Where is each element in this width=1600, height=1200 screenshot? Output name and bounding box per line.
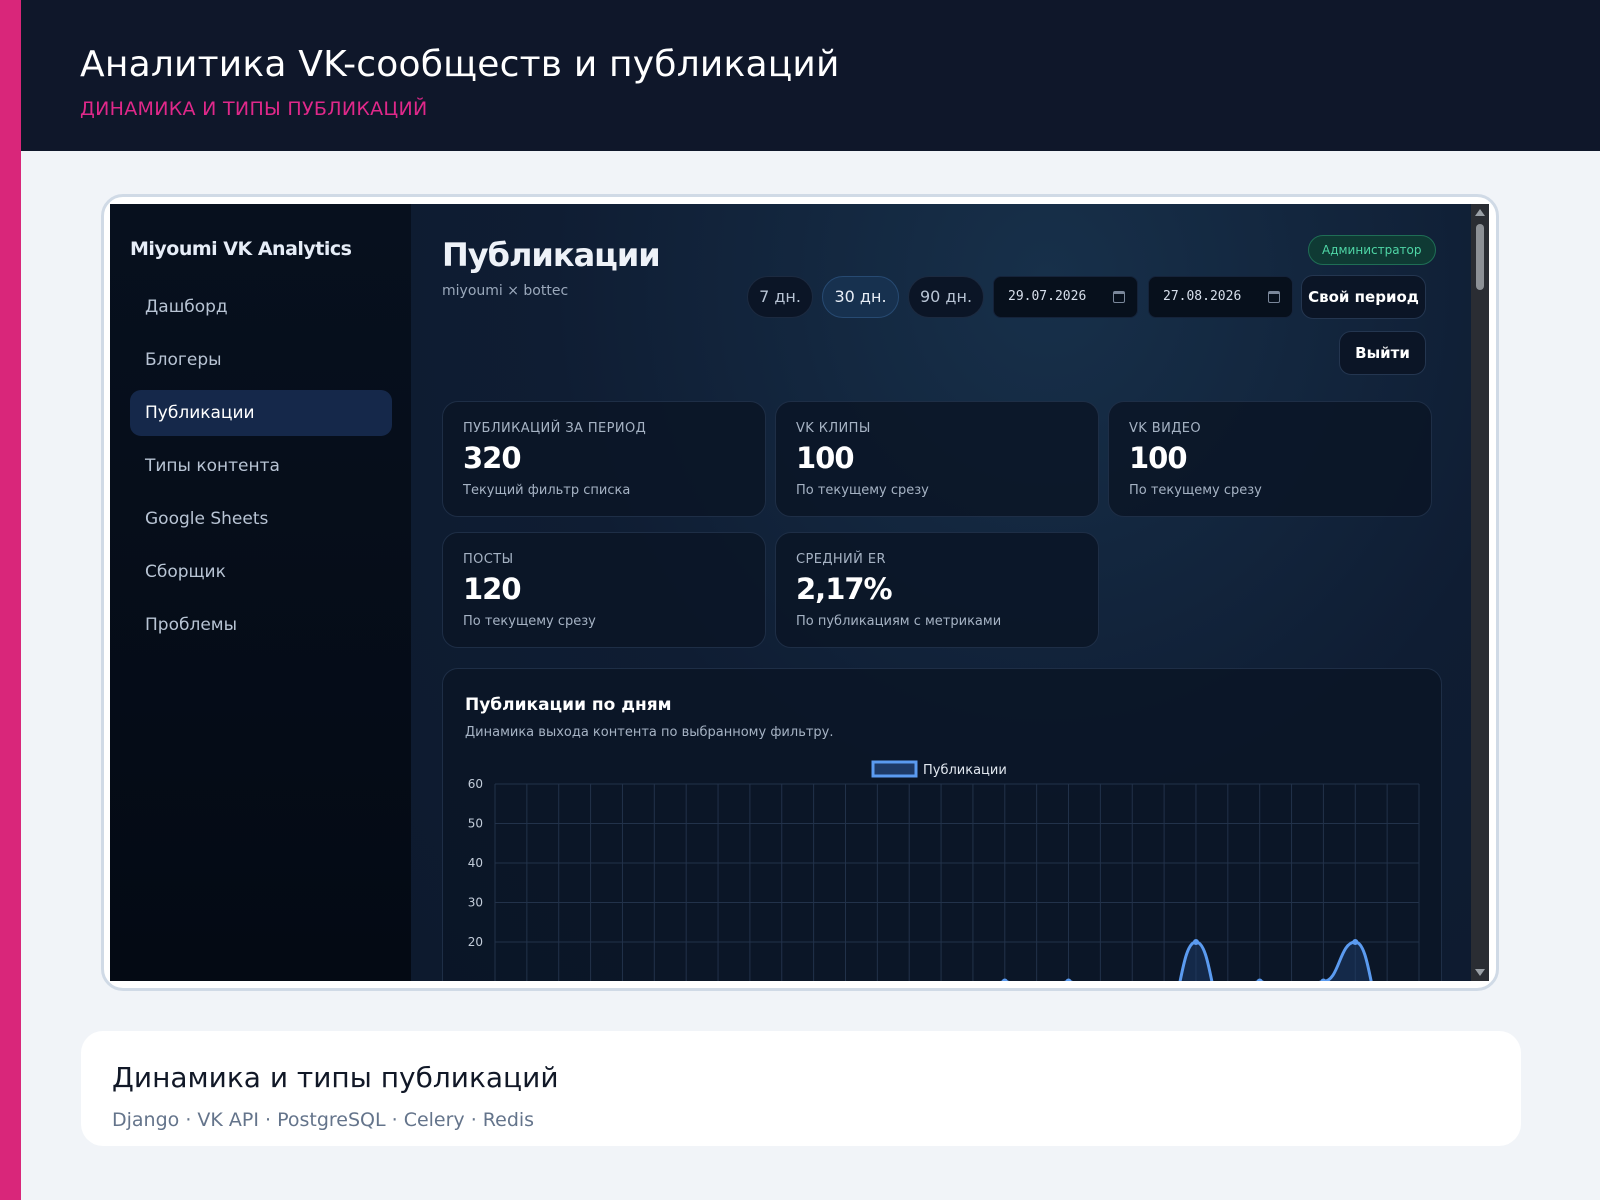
data-point [1352,939,1359,945]
data-point [1001,978,1008,981]
role-badge: Администратор [1308,235,1436,265]
stat-label: VK видео [1129,421,1201,436]
accent-bar [0,0,21,1200]
legend-label: Публикации [923,763,1007,778]
y-tick-label: 60 [468,777,483,791]
y-tick-label: 20 [468,935,483,949]
page-title: Аналитика VK-сообществ и публикаций [80,44,840,85]
stat-note: По публикациям с метриками [796,614,1002,629]
stat-label: Посты [463,552,514,567]
stat-note: Текущий фильтр списка [463,483,631,498]
data-point [1256,978,1263,981]
sidebar-item-problems[interactable]: Проблемы [130,602,392,648]
area-fill [1180,942,1372,981]
custom-period-button[interactable]: Свой период [1301,275,1426,319]
period-90d-button[interactable]: 90 дн. [908,276,984,318]
stat-value: 320 [463,441,522,475]
sidebar: Miyoumi VK Analytics Дашборд Блогеры Пуб… [110,204,411,981]
stat-card-vk-clips: VK клипы 100 По текущему срезу [775,401,1099,517]
section-title: Публикации [442,236,661,274]
sidebar-item-collector[interactable]: Сборщик [130,549,392,595]
caption-title: Динамика и типы публикаций [112,1061,559,1094]
data-point [1065,978,1072,981]
chart-card: Публикации по дням Динамика выхода конте… [442,668,1442,981]
data-point [1320,978,1327,981]
date-to-input[interactable]: 27.08.2026 [1148,276,1293,318]
app-screenshot: Miyoumi VK Analytics Дашборд Блогеры Пуб… [110,204,1489,981]
sidebar-item-bloggers[interactable]: Блогеры [130,337,392,383]
series-line [1001,940,1373,981]
sidebar-item-publications[interactable]: Публикации [130,390,392,436]
caption-card: Динамика и типы публикаций Django · VK A… [81,1031,1521,1146]
stat-card-posts: Посты 120 По текущему срезу [442,532,766,648]
stat-value: 2,17% [796,572,893,606]
main-content: Публикации miyoumi × bottec Администрато… [411,204,1471,981]
publications-chart: 60 50 40 30 20 Публикации [468,760,1420,981]
calendar-icon[interactable] [1113,291,1125,303]
date-from-input[interactable]: 29.07.2026 [993,276,1138,318]
y-tick-label: 40 [468,856,483,870]
period-30d-button[interactable]: 30 дн. [822,276,899,318]
stat-note: По текущему срезу [463,614,596,629]
section-subtitle: miyoumi × bottec [442,283,569,299]
stat-label: Средний ER [796,552,886,567]
date-to-value: 27.08.2026 [1163,289,1242,304]
scrollbar-thumb[interactable] [1476,224,1484,290]
period-7d-button[interactable]: 7 дн. [747,276,813,318]
page-subtitle: ДИНАМИКА И ТИПЫ ПУБЛИКАЦИЙ [80,98,428,120]
stat-label: Публикаций за период [463,421,647,436]
scroll-up-icon[interactable] [1475,209,1485,216]
stat-label: VK клипы [796,421,871,436]
caption-tags: Django · VK API · PostgreSQL · Celery · … [112,1109,535,1131]
stat-card-vk-video: VK видео 100 По текущему срезу [1108,401,1432,517]
scrollbar[interactable] [1471,204,1489,981]
y-tick-label: 50 [468,817,483,831]
stat-note: По текущему срезу [796,483,929,498]
sidebar-item-google-sheets[interactable]: Google Sheets [130,496,392,542]
stat-value: 100 [1129,441,1188,475]
stat-value: 120 [463,572,522,606]
page-header: Аналитика VK-сообществ и публикаций ДИНА… [21,0,1600,151]
app-brand: Miyoumi VK Analytics [130,238,352,260]
stat-card-average-er: Средний ER 2,17% По публикациям с метрик… [775,532,1099,648]
stat-value: 100 [796,441,855,475]
legend-swatch [871,760,918,778]
y-tick-label: 30 [468,896,483,910]
stat-card-publications: Публикаций за период 320 Текущий фильтр … [442,401,766,517]
date-from-value: 29.07.2026 [1008,289,1087,304]
sidebar-item-dashboard[interactable]: Дашборд [130,284,392,330]
stat-note: По текущему срезу [1129,483,1262,498]
scroll-down-icon[interactable] [1475,969,1485,976]
data-point [1192,939,1199,945]
sidebar-item-content-types[interactable]: Типы контента [130,443,392,489]
logout-button[interactable]: Выйти [1339,331,1426,375]
calendar-icon[interactable] [1268,291,1280,303]
